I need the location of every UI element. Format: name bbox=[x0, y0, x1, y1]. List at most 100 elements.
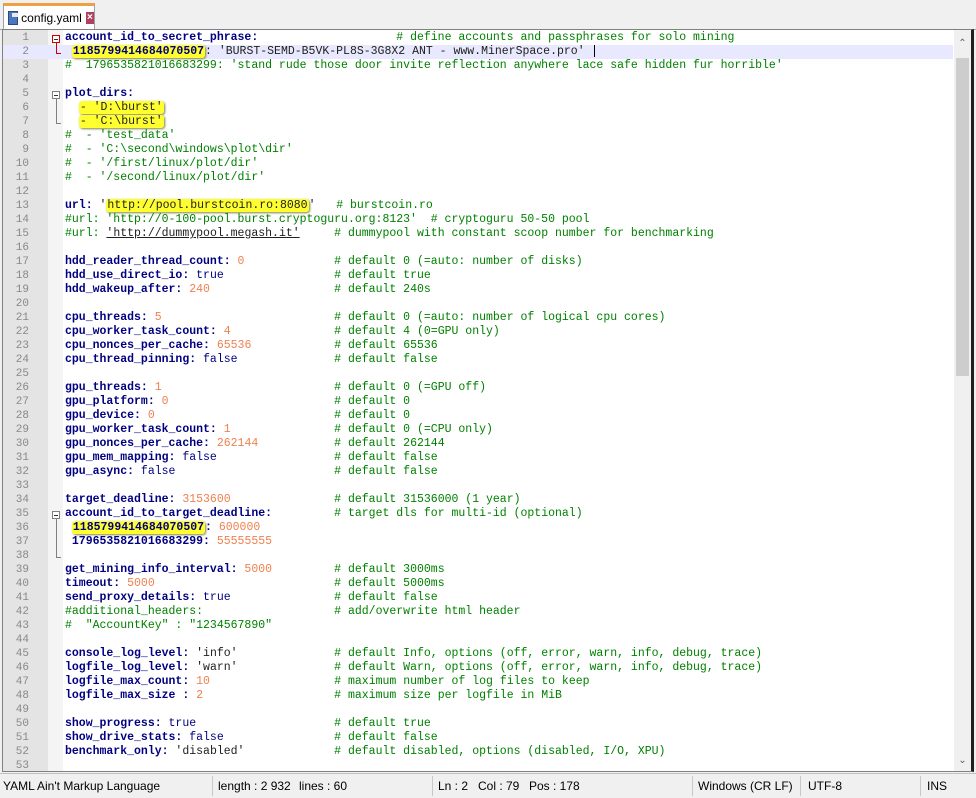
code-line[interactable]: 16 bbox=[3, 241, 953, 255]
code-line[interactable]: 47 logfile_max_count: 10 # maximum number… bbox=[3, 675, 953, 689]
code-token: cpu_worker_task_count: bbox=[65, 325, 217, 338]
code-line[interactable]: 45 console_log_level: 'info' # default In… bbox=[3, 647, 953, 661]
code-line[interactable]: 38 bbox=[3, 549, 953, 563]
code-token: 4 bbox=[216, 325, 231, 338]
code-token: show_drive_stats: bbox=[65, 731, 183, 744]
fold-toggle-icon[interactable] bbox=[52, 35, 60, 43]
tab-config-yaml[interactable]: config.yaml × bbox=[3, 3, 95, 29]
code-line[interactable]: 43 # "AccountKey" : "1234567890" bbox=[3, 619, 953, 633]
line-text: gpu_nonces_per_cache: 262144 # default 2… bbox=[65, 437, 445, 451]
code-line[interactable]: 26 gpu_threads: 1 # default 0 (=GPU off) bbox=[3, 381, 953, 395]
save-icon bbox=[8, 10, 19, 25]
code-line[interactable]: 50 show_progress: true # default true bbox=[3, 717, 953, 731]
vertical-scrollbar[interactable]: ⌃ ⌄ bbox=[954, 30, 971, 771]
line-number: 13 bbox=[15, 200, 29, 212]
line-number: 28 bbox=[15, 410, 29, 422]
code-line[interactable]: 24 cpu_thread_pinning: false # default fa… bbox=[3, 353, 953, 367]
code-token: 262144 bbox=[209, 437, 259, 450]
line-text: hdd_reader_thread_count: 0 # default 0 (… bbox=[65, 255, 583, 269]
status-ln: Ln : 2 bbox=[438, 779, 469, 793]
scrollbar-thumb[interactable] bbox=[956, 58, 969, 376]
fold-toggle-icon[interactable] bbox=[52, 91, 60, 99]
code-line[interactable]: 14 #url: 'http://0-100-pool.burst.cryptog… bbox=[3, 213, 953, 227]
comment-token: # - 'C:\second\windows\plot\dir' bbox=[65, 143, 293, 156]
line-number: 27 bbox=[15, 396, 29, 408]
code-token: show_progress: bbox=[65, 717, 162, 730]
code-line[interactable]: 37 1796535821016683299: 55555555 bbox=[3, 535, 953, 549]
code-token: 0 bbox=[140, 409, 155, 422]
code-line[interactable]: 30 gpu_nonces_per_cache: 262144 # default… bbox=[3, 437, 953, 451]
code-token: false bbox=[182, 731, 224, 744]
line-text: hdd_wakeup_after: 240 # default 240s bbox=[65, 283, 431, 297]
code-token: logfile_log_level: bbox=[65, 661, 190, 674]
code-line[interactable]: 46 logfile_log_level: 'warn' # default Wa… bbox=[3, 661, 953, 675]
code-line[interactable]: 13 url: 'http://pool.burstcoin.ro:8080' #… bbox=[3, 199, 953, 213]
code-line[interactable]: 32 gpu_async: false # default false bbox=[3, 465, 953, 479]
line-text: # - 'test_data' bbox=[65, 129, 175, 143]
code-line[interactable]: 10 # - '/first/linux/plot/dir' bbox=[3, 157, 953, 171]
fold-toggle-icon[interactable] bbox=[52, 511, 60, 519]
code-line[interactable]: 27 gpu_platform: 0 # default 0 bbox=[3, 395, 953, 409]
line-text: get_mining_info_interval: 5000 # default… bbox=[65, 563, 445, 577]
code-line[interactable]: 21 cpu_threads: 5 # default 0 (=auto: num… bbox=[3, 311, 953, 325]
line-text: - 'C:\burst' bbox=[65, 115, 164, 129]
code-line[interactable]: 33 bbox=[3, 479, 953, 493]
code-line[interactable]: 23 cpu_nonces_per_cache: 65536 # default … bbox=[3, 339, 953, 353]
code-token: plot_dirs: bbox=[65, 87, 135, 100]
comment-token: # - '/second/linux/plot/dir' bbox=[65, 171, 266, 184]
tab-bar: config.yaml × bbox=[0, 0, 976, 30]
code-line[interactable]: 6 - 'D:\burst' bbox=[3, 101, 953, 115]
scroll-down-icon[interactable]: ⌄ bbox=[954, 753, 971, 769]
code-line[interactable]: 12 bbox=[3, 185, 953, 199]
code-line[interactable]: 51 show_drive_stats: false # default fals… bbox=[3, 731, 953, 745]
line-text: gpu_platform: 0 # default 0 bbox=[65, 395, 410, 409]
line-number: 22 bbox=[15, 326, 29, 338]
code-line[interactable]: 9 # - 'C:\second\windows\plot\dir' bbox=[3, 143, 953, 157]
code-line[interactable]: 4 bbox=[3, 73, 953, 87]
code-line[interactable]: 2 1185799414684070507: 'BURST-SEMD-B5VK-… bbox=[3, 45, 953, 59]
code-line[interactable]: 40 timeout: 5000 # default 5000ms bbox=[3, 577, 953, 591]
status-language: YAML Ain't Markup Language bbox=[3, 779, 161, 793]
code-line[interactable]: 52 benchmark_only: 'disabled' # default d… bbox=[3, 745, 953, 759]
code-line[interactable]: 8 # - 'test_data' bbox=[3, 129, 953, 143]
code-token: account_id_to_target_deadline: bbox=[65, 507, 273, 520]
code-line[interactable]: 22 cpu_worker_task_count: 4 # default 4 (… bbox=[3, 325, 953, 339]
code-line[interactable]: 53 bbox=[3, 759, 953, 771]
code-line[interactable]: 1 account_id_to_secret_phrase: # define a… bbox=[3, 31, 953, 45]
comment-token: # - '/first/linux/plot/dir' bbox=[65, 157, 259, 170]
comment-token: # "AccountKey" : "1234567890" bbox=[65, 619, 273, 632]
code-line[interactable]: 42 #additional_headers: # add/overwrite h… bbox=[3, 605, 953, 619]
code-line[interactable]: 49 bbox=[3, 703, 953, 717]
close-icon[interactable]: × bbox=[85, 11, 94, 24]
code-line[interactable]: 5 plot_dirs: bbox=[3, 87, 953, 101]
code-line[interactable]: 20 bbox=[3, 297, 953, 311]
code-lines[interactable]: 1 account_id_to_secret_phrase: # define a… bbox=[3, 31, 953, 771]
search-highlight: - 'C:\burst' bbox=[78, 115, 164, 128]
code-line[interactable]: 29 gpu_worker_task_count: 1 # default 0 (… bbox=[3, 423, 953, 437]
code-line[interactable]: 36 1185799414684070507: 600000 bbox=[3, 521, 953, 535]
code-line[interactable]: 11 # - '/second/linux/plot/dir' bbox=[3, 171, 953, 185]
code-line[interactable]: 18 hdd_use_direct_io: true # default true bbox=[3, 269, 953, 283]
code-line[interactable]: 34 target_deadline: 3153600 # default 315… bbox=[3, 493, 953, 507]
code-line[interactable]: 25 bbox=[3, 367, 953, 381]
code-line[interactable]: 15 #url: 'http://dummypool.megash.it' # d… bbox=[3, 227, 953, 241]
code-line[interactable]: 19 hdd_wakeup_after: 240 # default 240s bbox=[3, 283, 953, 297]
code-line[interactable]: 17 hdd_reader_thread_count: 0 # default 0… bbox=[3, 255, 953, 269]
code-line[interactable]: 28 gpu_device: 0 # default 0 bbox=[3, 409, 953, 423]
code-line[interactable]: 35 account_id_to_target_deadline: # targe… bbox=[3, 507, 953, 521]
line-text: show_progress: true # default true bbox=[65, 717, 431, 731]
code-line[interactable]: 44 bbox=[3, 633, 953, 647]
code-line[interactable]: 39 get_mining_info_interval: 5000 # defau… bbox=[3, 563, 953, 577]
code-token: ' bbox=[308, 199, 316, 212]
code-line[interactable]: 7 - 'C:\burst' bbox=[3, 115, 953, 129]
code-editor[interactable]: 1 account_id_to_secret_phrase: # define a… bbox=[2, 29, 974, 772]
scroll-up-icon[interactable]: ⌃ bbox=[954, 36, 971, 52]
line-number: 26 bbox=[15, 382, 29, 394]
code-line[interactable]: 48 logfile_max_size : 2 # maximum size pe… bbox=[3, 689, 953, 703]
code-line[interactable]: 41 send_proxy_details: true # default fal… bbox=[3, 591, 953, 605]
code-line[interactable]: 31 gpu_mem_mapping: false # default false bbox=[3, 451, 953, 465]
line-number: 45 bbox=[15, 648, 29, 660]
line-number: 12 bbox=[15, 186, 29, 198]
code-line[interactable]: 3 # 1796535821016683299: 'stand rude thos… bbox=[3, 59, 953, 73]
